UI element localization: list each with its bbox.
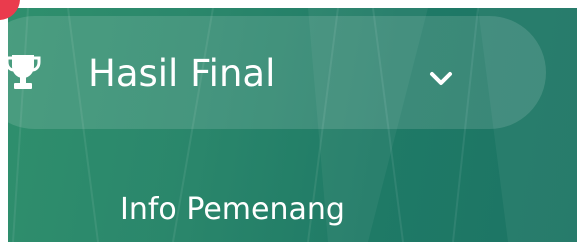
sidebar-panel: Hasil Final Info Pemenang	[8, 8, 577, 242]
chevron-down-icon[interactable]	[427, 69, 455, 89]
menu-item-hasil-final[interactable]: Hasil Final	[8, 16, 546, 129]
menu-item-label: Hasil Final	[88, 52, 276, 95]
submenu-item-info-pemenang[interactable]: Info Pemenang	[120, 190, 345, 230]
screenshot-frame: Hasil Final Info Pemenang	[0, 0, 577, 242]
trophy-icon	[8, 55, 41, 89]
